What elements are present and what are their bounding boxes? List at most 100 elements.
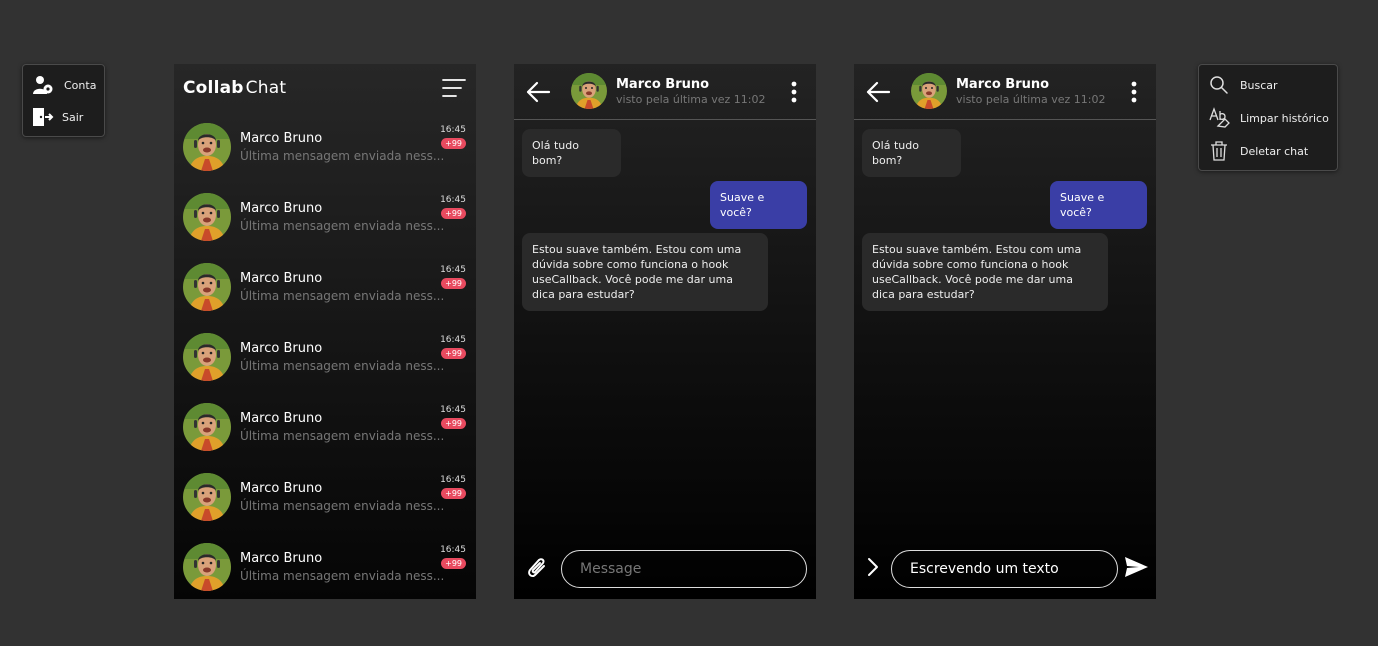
chat-list-item-meta: 16:45 +99 (440, 265, 466, 289)
avatar (183, 263, 231, 311)
clear-text-icon (1209, 107, 1231, 129)
paperclip-icon[interactable] (525, 555, 549, 581)
message-bubble-incoming: Estou suave também. Estou com uma dúvida… (522, 233, 768, 311)
chat-list-item-text: Marco Bruno Última mensagem enviada ness.… (240, 411, 445, 443)
message-input[interactable] (561, 550, 807, 588)
chat-list-item-meta: 16:45 +99 (440, 195, 466, 219)
menu-item-conta[interactable]: Conta (32, 74, 96, 96)
avatar (183, 403, 231, 451)
chat-list-item[interactable]: Marco Bruno Última mensagem enviada ness.… (174, 252, 476, 322)
chat-list-item[interactable]: Marco Bruno Última mensagem enviada ness.… (174, 322, 476, 392)
last-message-preview: Última mensagem enviada ness... (240, 429, 445, 443)
chat-list-item-meta: 16:45 +99 (440, 405, 466, 429)
chat-list-item-meta: 16:45 +99 (440, 125, 466, 149)
avatar (183, 543, 231, 591)
hamburger-menu-icon[interactable] (442, 78, 466, 98)
message-time: 16:45 (440, 265, 466, 275)
chat-list-item-meta: 16:45 +99 (440, 475, 466, 499)
trash-icon (1209, 140, 1229, 162)
menu-item-label: Deletar chat (1240, 144, 1309, 158)
unread-badge: +99 (441, 348, 466, 359)
menu-item-label: Buscar (1240, 78, 1278, 92)
unread-badge: +99 (441, 418, 466, 429)
contact-name: Marco Bruno (240, 131, 323, 146)
avatar (183, 193, 231, 241)
chat-header: Marco Bruno visto pela última vez 11:02 (514, 64, 816, 120)
avatar (911, 73, 947, 109)
chat-list-item[interactable]: Marco Bruno Última mensagem enviada ness.… (174, 532, 476, 599)
chat-list-header: Collab Chat (174, 64, 476, 112)
back-arrow-icon[interactable] (865, 80, 891, 104)
avatar (571, 73, 607, 109)
account-menu: Conta Sair (22, 64, 105, 137)
chat-list-item-text: Marco Bruno Última mensagem enviada ness.… (240, 131, 445, 163)
message-time: 16:45 (440, 545, 466, 555)
last-message-preview: Última mensagem enviada ness... (240, 499, 445, 513)
menu-item-label: Conta (64, 78, 97, 92)
message-input[interactable] (891, 550, 1118, 588)
contact-name: Marco Bruno (240, 341, 323, 356)
chat-list-item-text: Marco Bruno Última mensagem enviada ness.… (240, 481, 445, 513)
message-time: 16:45 (440, 125, 466, 135)
last-message-preview: Última mensagem enviada ness... (240, 289, 445, 303)
chat-list-item[interactable]: Marco Bruno Última mensagem enviada ness.… (174, 392, 476, 462)
chat-list-item-text: Marco Bruno Última mensagem enviada ness.… (240, 341, 445, 373)
last-message-preview: Última mensagem enviada ness... (240, 219, 445, 233)
back-arrow-icon[interactable] (525, 80, 551, 104)
chat-list-item-text: Marco Bruno Última mensagem enviada ness.… (240, 201, 445, 233)
contact-name: Marco Bruno (240, 271, 323, 286)
last-seen-status: visto pela última vez 11:02 (616, 93, 766, 106)
chat-list-item[interactable]: Marco Bruno Última mensagem enviada ness.… (174, 112, 476, 182)
chat-list-item[interactable]: Marco Bruno Última mensagem enviada ness.… (174, 182, 476, 252)
avatar (183, 123, 231, 171)
unread-badge: +99 (441, 488, 466, 499)
search-icon (1209, 75, 1229, 95)
send-icon[interactable] (1124, 555, 1149, 579)
logout-icon (32, 107, 54, 127)
message-bubble-incoming: Olá tudo bom? (862, 129, 961, 177)
last-seen-status: visto pela última vez 11:02 (956, 93, 1106, 106)
more-options-icon[interactable] (1128, 80, 1140, 104)
contact-name: Marco Bruno (616, 77, 710, 92)
unread-badge: +99 (441, 208, 466, 219)
unread-badge: +99 (441, 138, 466, 149)
chat-list-item-text: Marco Bruno Última mensagem enviada ness.… (240, 551, 444, 583)
contact-name: Marco Bruno (240, 201, 323, 216)
menu-item-sair[interactable]: Sair (32, 107, 83, 127)
message-bubble-outgoing: Suave e você? (710, 181, 807, 229)
menu-item-limpar-historico[interactable]: Limpar histórico (1209, 107, 1329, 129)
chevron-right-icon[interactable] (866, 557, 880, 577)
user-settings-icon (32, 74, 54, 96)
more-options-icon[interactable] (788, 80, 800, 104)
chat-list-item-text: Marco Bruno Última mensagem enviada ness.… (240, 271, 445, 303)
message-time: 16:45 (440, 335, 466, 345)
unread-badge: +99 (441, 558, 466, 569)
message-bubble-incoming: Estou suave também. Estou com uma dúvida… (862, 233, 1108, 311)
menu-item-deletar-chat[interactable]: Deletar chat (1209, 140, 1308, 162)
contact-name: Marco Bruno (240, 551, 323, 566)
message-composer (514, 543, 816, 599)
logo-bold: Collab (183, 78, 244, 98)
menu-item-label: Limpar histórico (1240, 111, 1329, 125)
last-message-preview: Última mensagem enviada ness... (240, 359, 445, 373)
message-time: 16:45 (440, 405, 466, 415)
chat-screen-typing: Marco Bruno visto pela última vez 11:02 … (854, 64, 1156, 599)
avatar (183, 473, 231, 521)
contact-name: Marco Bruno (240, 481, 323, 496)
chat-list-screen: Collab Chat Marco Bruno Última mensagem e… (174, 64, 476, 599)
chat-screen-empty: Marco Bruno visto pela última vez 11:02 … (514, 64, 816, 599)
message-bubble-incoming: Olá tudo bom? (522, 129, 621, 177)
contact-name: Marco Bruno (240, 411, 323, 426)
chat-list-item-meta: 16:45 +99 (440, 335, 466, 359)
menu-item-buscar[interactable]: Buscar (1209, 75, 1278, 95)
chat-list-item[interactable]: Marco Bruno Última mensagem enviada ness.… (174, 462, 476, 532)
avatar (183, 333, 231, 381)
message-composer (854, 543, 1156, 599)
message-time: 16:45 (440, 475, 466, 485)
chat-list-item-meta: 16:45 +99 (440, 545, 466, 569)
chat-options-menu: Buscar Limpar histórico Deletar chat (1198, 64, 1338, 171)
message-time: 16:45 (440, 195, 466, 205)
last-message-preview: Última mensagem enviada ness... (240, 149, 445, 163)
app-logo: Collab Chat (183, 78, 286, 98)
menu-item-label: Sair (62, 110, 84, 124)
